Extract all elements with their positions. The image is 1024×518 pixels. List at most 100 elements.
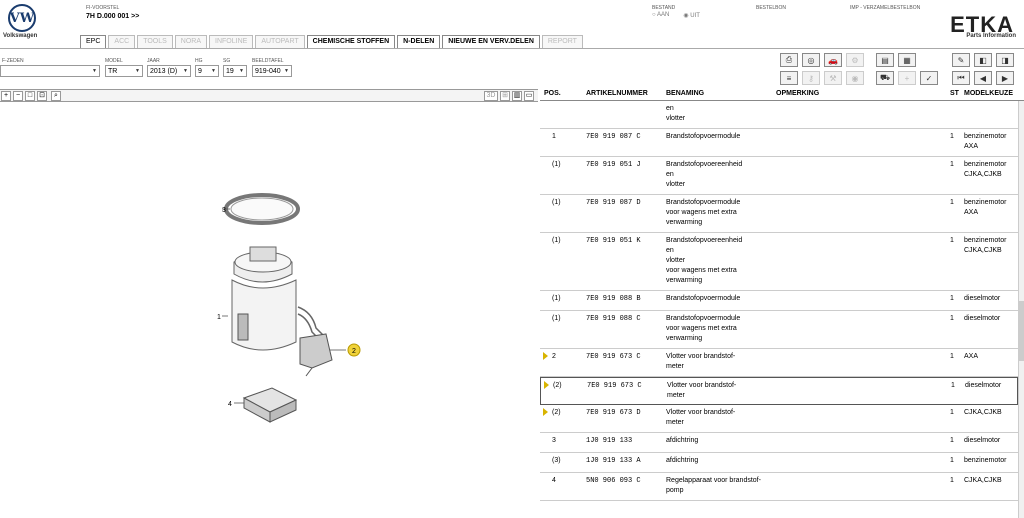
fi-value[interactable]: 7H D.000 001 >> xyxy=(86,13,139,20)
page-forward-icon[interactable]: ◨ xyxy=(996,53,1014,67)
hg-value: 9 xyxy=(198,67,202,75)
row-part-number[interactable]: 1J0 919 133 xyxy=(586,436,632,446)
row-name-line: Brandstofopvoermodule xyxy=(666,295,741,302)
cart-icon[interactable]: ⛟ xyxy=(876,71,894,85)
row-model-line: dieselmotor xyxy=(965,382,1002,389)
row-pos: 2 xyxy=(552,353,556,360)
row-part-number[interactable]: 7E0 919 051 J xyxy=(586,160,641,170)
row-part-number[interactable]: 7E0 919 673 C xyxy=(587,381,642,391)
row-qty: 1 xyxy=(951,382,955,389)
jaar-select[interactable]: 2013 (D) ▼ xyxy=(147,65,191,77)
table-row[interactable]: (3) 1J0 919 133 A afdichtring 1 benzinemotor xyxy=(540,453,1018,473)
row-qty: 1 xyxy=(950,295,954,302)
cart-check-icon[interactable]: ✓ xyxy=(920,71,938,85)
callout-1[interactable]: 1 xyxy=(217,314,221,321)
bestand-uit-radio[interactable]: ◉ UIT xyxy=(683,12,700,19)
tab-acc[interactable]: ACC xyxy=(108,35,136,48)
row-part-number[interactable]: 5N0 906 093 C xyxy=(586,476,641,486)
table-row[interactable]: (1) 7E0 919 088 B Brandstofopvoermodule 1 di… xyxy=(540,291,1018,311)
sg-label: SG xyxy=(223,58,231,64)
table-row[interactable]: (2) 7E0 919 673 D Vlotter voor brandstof-m… xyxy=(540,405,1018,433)
hg-select[interactable]: 9 ▼ xyxy=(195,65,219,77)
page-back-icon[interactable]: ◧ xyxy=(974,53,992,67)
table-row[interactable]: (1) 7E0 919 088 C Brandstofopvoermodule voo… xyxy=(540,311,1018,349)
first-page-icon[interactable]: ⏮ xyxy=(952,71,970,85)
disc-icon[interactable]: ◎ xyxy=(802,53,820,67)
table-row[interactable]: (1) 7E0 919 087 D Brandstofopvoermodule voo… xyxy=(540,195,1018,233)
tab-autopart[interactable]: AUTOPART xyxy=(255,35,305,48)
zoom-area-icon[interactable]: ⊡ xyxy=(37,91,47,101)
row-name-line: Brandstofopvoereenheid xyxy=(666,161,743,168)
model-select[interactable]: TR ▼ xyxy=(105,65,143,77)
table-row[interactable]: en vlotter xyxy=(540,101,1018,129)
table-row[interactable]: (1) 7E0 919 051 J Brandstofopvoereenheid en… xyxy=(540,157,1018,195)
fullscreen-icon[interactable]: ▭ xyxy=(524,91,534,101)
col-pos: POS. xyxy=(544,90,561,97)
row-model-line: CJKA,CJKB xyxy=(964,171,1002,178)
sg-value: 19 xyxy=(226,67,234,75)
scrollbar-thumb[interactable] xyxy=(1019,301,1024,361)
tab-infoline[interactable]: INFOLINE xyxy=(209,35,254,48)
tools-icon[interactable]: ⚒ xyxy=(824,71,842,85)
info-marker-icon[interactable] xyxy=(543,352,548,360)
table-row[interactable]: 2 7E0 919 673 C Vlotter voor brandstof-met… xyxy=(540,349,1018,377)
bestand-aan-radio[interactable]: ○ AAN xyxy=(652,12,669,19)
bestand-uit-label: UIT xyxy=(690,13,700,19)
row-part-number[interactable]: 7E0 919 051 K xyxy=(586,236,641,246)
table-row[interactable]: 1 7E0 919 087 C Brandstofopvoermodule 1 benz… xyxy=(540,129,1018,157)
zoom-out-icon[interactable]: − xyxy=(13,91,23,101)
row-part-number[interactable]: 7E0 919 087 C xyxy=(586,132,641,142)
info-marker-icon[interactable] xyxy=(543,408,548,416)
tab-n-delen[interactable]: N-DELEN xyxy=(397,35,441,48)
row-part-number[interactable]: 1J0 919 133 A xyxy=(586,456,641,466)
tab-tools[interactable]: TOOLS xyxy=(137,35,173,48)
zoom-fit-icon[interactable]: □ xyxy=(25,91,35,101)
sg-select[interactable]: 19 ▼ xyxy=(223,65,247,77)
search-icon[interactable]: ⌕ xyxy=(51,91,61,101)
tab-report[interactable]: REPORT xyxy=(541,35,583,48)
basket-icon[interactable]: ▤ xyxy=(876,53,894,67)
zoom-in-icon[interactable]: + xyxy=(1,91,11,101)
table-row[interactable]: (2) 7E0 919 673 C Vlotter voor brandstof-m… xyxy=(540,377,1018,405)
next-page-icon[interactable]: ▶ xyxy=(996,71,1014,85)
row-part-number[interactable]: 7E0 919 673 D xyxy=(586,408,641,418)
row-name: afdichtring xyxy=(666,436,698,446)
list-icon[interactable]: ≡ xyxy=(780,71,798,85)
tab-nieuwe-en-verv-delen[interactable]: NIEUWE EN VERV.DELEN xyxy=(442,35,540,48)
service-icon[interactable]: ⚙ xyxy=(846,53,864,67)
table-row[interactable]: (1) 7E0 919 051 K Brandstofopvoereenheid en… xyxy=(540,233,1018,291)
info-marker-icon[interactable] xyxy=(544,381,549,389)
key-icon[interactable]: ⚷ xyxy=(802,71,820,85)
split-view-icon[interactable]: ▥ xyxy=(512,91,522,101)
row-part-number[interactable]: 7E0 919 087 D xyxy=(586,198,641,208)
table-row[interactable]: 4 5N0 906 093 C Regelapparaat voor brandst… xyxy=(540,473,1018,501)
car-icon[interactable]: 🚗 xyxy=(824,53,842,67)
view-3d-button[interactable]: 3D xyxy=(484,91,498,101)
row-part-number[interactable]: 7E0 919 088 C xyxy=(586,314,641,324)
beeldtafel-select[interactable]: 919-040 ▼ xyxy=(252,65,292,77)
row-part-number[interactable]: 7E0 919 673 C xyxy=(586,352,641,362)
row-qty: 1 xyxy=(950,133,954,140)
basket-list-icon[interactable]: ▦ xyxy=(898,53,916,67)
markt-select[interactable]: ▼ xyxy=(0,65,100,77)
row-name-line: Vlotter voor brandstof- xyxy=(667,382,737,389)
camera-icon[interactable]: ◉ xyxy=(846,71,864,85)
print-icon[interactable]: ⎙ xyxy=(780,53,798,67)
table-row[interactable]: 3 1J0 919 133 afdichtring 1 dieselmotor xyxy=(540,433,1018,453)
row-model-line: CJKA,CJKB xyxy=(964,477,1002,484)
callout-4[interactable]: 4 xyxy=(228,401,232,408)
row-part-number[interactable]: 7E0 919 088 B xyxy=(586,294,641,304)
tab-epc[interactable]: EPC xyxy=(80,35,107,48)
pin-icon[interactable]: ✎ xyxy=(952,53,970,67)
col-artikelnummer: ARTIKELNUMMER xyxy=(586,90,648,97)
cart-add-icon[interactable]: + xyxy=(898,71,916,85)
callout-3[interactable]: 3 xyxy=(222,207,226,214)
callout-2[interactable]: 2 xyxy=(352,348,356,355)
grid-icon[interactable]: ⊞ xyxy=(500,91,510,101)
tab-chemische-stoffen[interactable]: CHEMISCHE STOFFEN xyxy=(306,35,396,48)
table-scrollbar[interactable] xyxy=(1018,101,1024,518)
tab-nora[interactable]: NORA xyxy=(174,35,208,48)
chevron-down-icon: ▼ xyxy=(239,68,244,74)
prev-page-icon[interactable]: ◀ xyxy=(974,71,992,85)
row-model: dieselmotor xyxy=(964,314,1000,324)
